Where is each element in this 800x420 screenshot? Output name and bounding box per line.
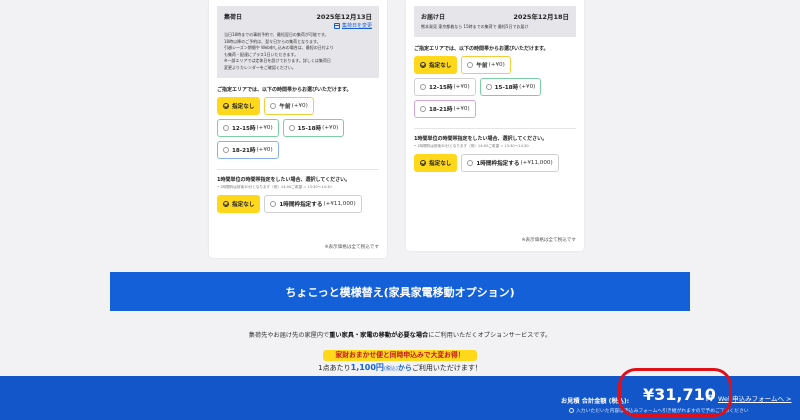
delivery-time-option-15-18[interactable]: 15-18時 (+¥0): [479, 77, 542, 96]
per-amount: 1,100円: [350, 363, 384, 372]
pickup-info-line: 当日18時までの事前予約で、最短翌日の集荷が可能です。: [224, 32, 329, 37]
delivery-info-line: 熊本発見 東京都着なら 15時までの集荷で 最短5日でお届け: [421, 24, 529, 29]
pickup-info-line: ※一部エリアでは定休日を設けております。詳しくは集荷日: [224, 58, 331, 64]
radio-icon: [467, 61, 474, 68]
tax-note: ※表示価格は全て税込です: [324, 245, 379, 250]
pickup-hourly-options: 指定なし 1時間枠指定する (+¥11,000): [209, 194, 387, 213]
pickup-info-text: 当日18時までの事前予約で、最短翌日の集荷が可能です。 18時以降のご予約は、翌…: [224, 32, 372, 72]
option-price: (+¥11,000): [520, 159, 553, 166]
pickup-hourly-option-specify[interactable]: 1時間枠指定する (+¥11,000): [264, 194, 362, 213]
option-label: 1時間枠指定する: [279, 201, 323, 208]
option-price: (+¥0): [256, 124, 273, 131]
page: 集荷日 2025年12月13日 集荷日を変更 当日18時までの事前予約で、最短翌…: [0, 0, 800, 420]
option-price: (+¥0): [291, 102, 308, 109]
delivery-info-text: 熊本発見 東京都着なら 15時までの集荷で 最短5日でお届け: [421, 24, 569, 31]
option-label: 指定なし: [232, 103, 255, 110]
pickup-date: 2025年12月13日: [316, 13, 372, 21]
promo-pill: 家財おまかせ便と同時申込みで大変お得！: [323, 350, 477, 361]
desc-text: 集荷先やお届け先の家屋内で: [248, 332, 330, 339]
option-price: (+¥0): [488, 61, 505, 68]
pickup-time-option-none[interactable]: 指定なし: [217, 96, 261, 115]
delivery-hourly-note: • 1時間枠は前後30分となります（例）14:00ご希望 = 13:30〜14:…: [414, 143, 529, 148]
radio-icon: [485, 83, 492, 90]
divider: [217, 168, 379, 170]
option-label: 午前: [476, 62, 488, 69]
radio-icon: [467, 159, 474, 166]
option-label: 15-18時: [494, 84, 519, 91]
info-icon: [569, 408, 574, 413]
per-post: ご利用いただけます！: [411, 364, 482, 372]
calendar-icon: [333, 22, 340, 29]
desc-text: にご利用いただくオプションサービスです。: [428, 332, 552, 339]
pickup-info-line: 引越シーズン期間や Web申し込みの場合は、最短の日付より: [224, 45, 334, 51]
option-description: 集荷先やお届け先の家屋内で重い家具・家電の移動が必要な場合にご利用いただくオプシ…: [0, 330, 800, 339]
pickup-info-line: 変更よりカレンダーをご確認ください。: [224, 64, 296, 70]
delivery-time-option-18-21[interactable]: 18-21時 (+¥0): [414, 99, 476, 118]
pickup-hourly-label: 1時間単位の時間帯指定をしたい場合、選択してください。: [217, 176, 351, 183]
pickup-time-options: 指定なし 午前 (+¥0) 12-15時 (+¥0) 15-18時 (+¥0) 18-…: [209, 96, 387, 159]
radio-icon: [223, 124, 229, 131]
pickup-time-option-12-15[interactable]: 12-15時 (+¥0): [217, 118, 279, 137]
divider: [414, 127, 576, 129]
pickup-time-label: ご指定エリアでは、以下の時間帯からお選びいただけます。: [217, 86, 352, 93]
pickup-hourly-note: • 1時間枠は前後30分となります（例）14:00ご希望 = 13:30〜14:…: [217, 184, 332, 189]
change-pickup-date-link[interactable]: 集荷日を変更: [224, 22, 372, 29]
radio-icon: [223, 146, 229, 153]
per-kara: から: [397, 364, 412, 372]
delivery-date-card: お届け日 2025年12月18日 熊本発見 東京都着なら 15時までの集荷で 最…: [406, 0, 584, 251]
tax-note: ※表示価格は全て税込です: [521, 238, 576, 243]
pickup-time-option-15-18[interactable]: 15-18時 (+¥0): [282, 118, 345, 137]
option-price: (+¥11,000): [323, 200, 356, 207]
radio-icon: [420, 105, 426, 112]
option-price: (+¥0): [453, 83, 470, 90]
pickup-date-card: 集荷日 2025年12月13日 集荷日を変更 当日18時までの事前予約で、最短翌…: [209, 0, 387, 258]
delivery-date: 2025年12月18日: [513, 13, 569, 21]
option-banner-title: ちょこっと模様替え(家具家電移動オプション): [285, 285, 515, 299]
option-label: 1時間枠指定する: [476, 160, 520, 167]
radio-checked-icon: [223, 102, 229, 109]
change-pickup-date-label: 集荷日を変更: [341, 23, 372, 29]
highlight-circle: [618, 368, 732, 417]
option-label: 午前: [279, 103, 291, 110]
radio-icon: [270, 200, 277, 207]
pickup-time-option-18-21[interactable]: 18-21時 (+¥0): [217, 140, 279, 159]
delivery-time-label: ご指定エリアでは、以下の時間帯からお選びいただけます。: [414, 45, 549, 52]
delivery-hourly-label: 1時間単位の時間帯指定をしたい場合、選択してください。: [414, 135, 548, 142]
pickup-title: 集荷日: [224, 13, 243, 21]
option-price: (+¥0): [453, 105, 470, 112]
radio-checked-icon: [420, 159, 426, 166]
radio-icon: [420, 83, 426, 90]
option-label: 指定なし: [429, 62, 452, 69]
delivery-time-options: 指定なし 午前 (+¥0) 12-15時 (+¥0) 15-18時 (+¥0) 18-…: [406, 55, 584, 118]
option-label: 指定なし: [232, 201, 255, 208]
delivery-info-box: お届け日 2025年12月18日 熊本発見 東京都着なら 15時までの集荷で 最…: [414, 6, 576, 37]
option-label: 18-21時: [429, 106, 453, 113]
option-label: 15-18時: [297, 125, 322, 132]
radio-icon: [270, 102, 277, 109]
per-pre: 1点あたり: [318, 364, 351, 372]
delivery-hourly-option-specify[interactable]: 1時間枠指定する (+¥11,000): [461, 153, 559, 172]
pickup-info-box: 集荷日 2025年12月13日 集荷日を変更 当日18時までの事前予約で、最短翌…: [217, 6, 379, 78]
option-price: (+¥0): [322, 124, 339, 131]
radio-checked-icon: [420, 61, 426, 68]
pickup-time-option-morning[interactable]: 午前 (+¥0): [264, 96, 314, 115]
pickup-hourly-option-none[interactable]: 指定なし: [217, 194, 261, 213]
option-label: 18-21時: [232, 147, 256, 154]
delivery-title: お届け日: [421, 13, 446, 21]
option-label: 指定なし: [429, 160, 452, 167]
option-label: 12-15時: [429, 84, 453, 91]
delivery-time-option-none[interactable]: 指定なし: [414, 55, 458, 74]
radio-icon: [288, 124, 295, 131]
per-tax: (税込): [383, 366, 398, 372]
desc-bold: 重い家具・家電の移動が必要な場合: [329, 332, 429, 339]
option-banner: ちょこっと模様替え(家具家電移動オプション): [110, 272, 690, 311]
option-label: 12-15時: [232, 125, 256, 132]
option-price: (+¥0): [256, 146, 273, 153]
radio-checked-icon: [223, 200, 229, 207]
delivery-time-option-12-15[interactable]: 12-15時 (+¥0): [414, 77, 476, 96]
delivery-time-option-morning[interactable]: 午前 (+¥0): [461, 55, 511, 74]
delivery-hourly-options: 指定なし 1時間枠指定する (+¥11,000): [406, 153, 584, 172]
delivery-hourly-option-none[interactable]: 指定なし: [414, 153, 458, 172]
option-price: (+¥0): [519, 83, 536, 90]
